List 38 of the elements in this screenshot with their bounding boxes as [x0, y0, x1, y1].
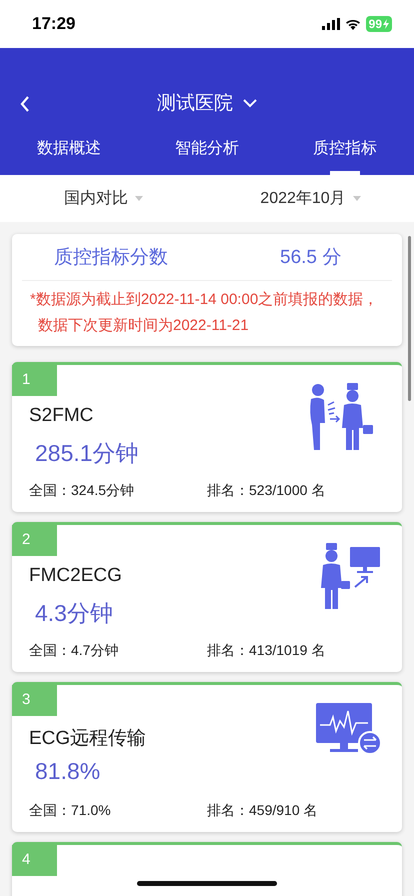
tab[interactable]: 数据概述 — [0, 128, 138, 175]
national-value: 全国：324.5分钟 — [29, 482, 134, 500]
score-label: 质控指标分数 — [54, 246, 169, 270]
doctor-monitor-icon — [320, 543, 382, 611]
tab[interactable]: 质控指标 — [276, 128, 414, 175]
metric-value: 285.1分钟 — [35, 439, 139, 468]
wifi-icon — [344, 18, 361, 30]
index-badge: 1 — [12, 365, 57, 396]
rank-value: 排名：413/1019 名 — [207, 642, 326, 660]
metric-value: 81.8% — [35, 758, 100, 785]
caret-icon — [135, 196, 143, 201]
chevron-down-icon — [243, 98, 257, 108]
bolt-icon — [383, 19, 389, 29]
metric-name: ECG远程传输 — [29, 727, 146, 751]
battery-indicator: 99 — [366, 16, 392, 32]
score-value: 56.5 分 — [280, 246, 342, 270]
metric-card[interactable]: 3 ECG远程传输 81.8% 全国：71.0% 排名：459/910 名 — [12, 682, 402, 832]
index-badge: 3 — [12, 685, 57, 716]
back-icon[interactable] — [20, 96, 30, 112]
data-note: *数据源为截止到2022-11-14 00:00之前填报的数据，数据下次更新时间为2022-11-21 — [29, 290, 380, 336]
filter-dropdown[interactable]: 2022年10月 — [207, 175, 414, 222]
metric-card[interactable]: 1 S2FMC 285.1分钟 全国：324.5分钟 排名：523/1000 名 — [12, 362, 402, 512]
index-badge: 2 — [12, 525, 57, 556]
rank-value: 排名：523/1000 名 — [207, 482, 326, 500]
hospital-selector[interactable]: 测试医院 — [157, 90, 257, 116]
national-value: 全国：71.0% — [29, 802, 111, 820]
tab[interactable]: 智能分析 — [138, 128, 276, 175]
caret-icon — [352, 196, 361, 201]
index-badge: 4 — [12, 845, 57, 876]
national-value: 全国：4.7分钟 — [29, 642, 118, 660]
metric-card[interactable]: 2 FMC2ECG 4.3分钟 全国：4.7分钟 排名：413/1019 名 — [12, 522, 402, 672]
rank-value: 排名：459/910 名 — [207, 802, 318, 820]
clock-time: 17:29 — [32, 14, 76, 34]
signal-icon — [322, 18, 340, 30]
metric-name: FMC2ECG — [29, 565, 122, 587]
filter-dropdown[interactable]: 国内对比 — [0, 175, 207, 222]
metric-value: 4.3分钟 — [35, 599, 113, 628]
metric-name: S2FMC — [29, 405, 94, 427]
